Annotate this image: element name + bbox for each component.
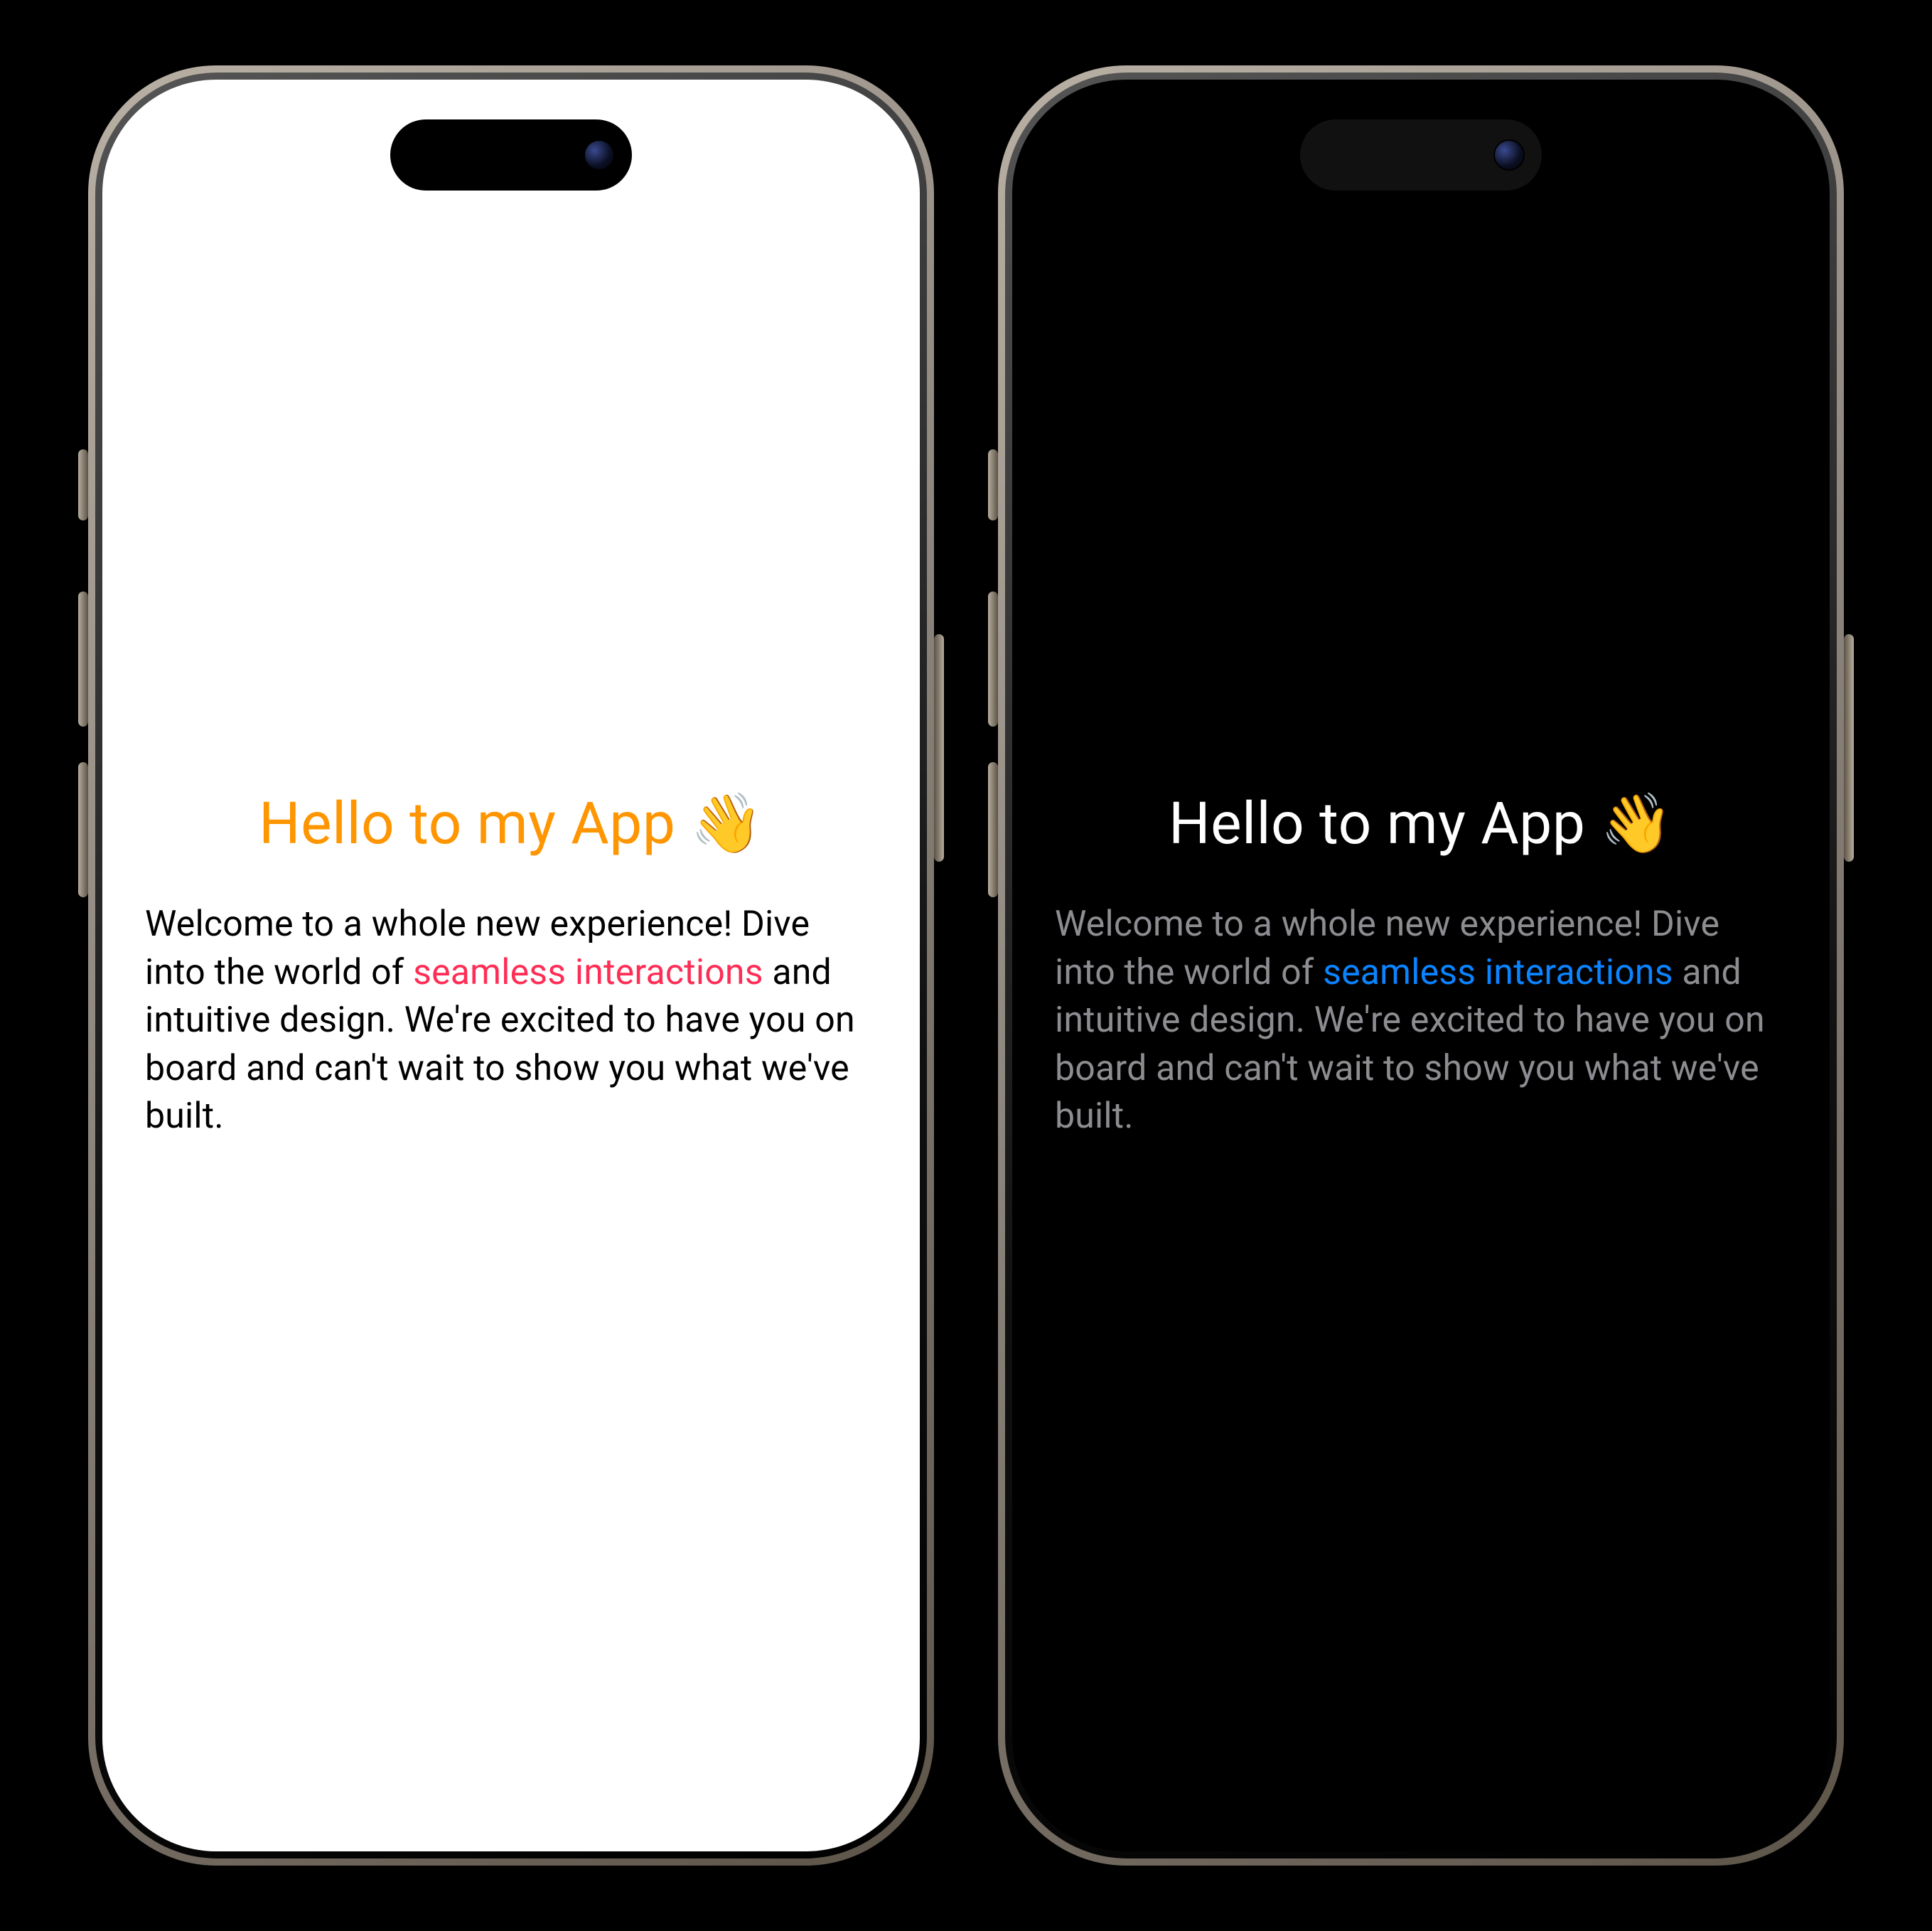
volume-down-button[interactable] — [988, 762, 998, 897]
power-button[interactable] — [1844, 634, 1854, 862]
volume-up-button[interactable] — [78, 592, 88, 727]
wave-emoji-icon: 👋 — [690, 790, 763, 858]
mute-switch[interactable] — [988, 449, 998, 520]
mute-switch[interactable] — [78, 449, 88, 520]
headline-dark: Hello to my App 👋 — [1055, 790, 1787, 858]
front-camera-icon — [1493, 139, 1525, 171]
power-button[interactable] — [934, 634, 944, 862]
device-light: Hello to my App 👋 Welcome to a whole new… — [88, 65, 934, 1866]
front-camera-icon — [584, 139, 615, 171]
body-highlight: seamless interactions — [1323, 952, 1673, 993]
welcome-body-dark: Welcome to a whole new experience! Dive … — [1055, 901, 1787, 1141]
screen-dark: Hello to my App 👋 Welcome to a whole new… — [1012, 80, 1830, 1851]
volume-up-button[interactable] — [988, 592, 998, 727]
body-highlight: seamless interactions — [413, 952, 763, 993]
headline-text: Hello to my App — [1169, 790, 1585, 858]
volume-down-button[interactable] — [78, 762, 88, 897]
screen-light: Hello to my App 👋 Welcome to a whole new… — [102, 80, 920, 1851]
headline-text: Hello to my App — [259, 790, 675, 858]
wave-emoji-icon: 👋 — [1600, 790, 1673, 858]
headline-light: Hello to my App 👋 — [145, 790, 877, 858]
dynamic-island — [1300, 119, 1542, 191]
dynamic-island — [390, 119, 632, 191]
device-dark: Hello to my App 👋 Welcome to a whole new… — [998, 65, 1844, 1866]
welcome-body-light: Welcome to a whole new experience! Dive … — [145, 901, 877, 1141]
